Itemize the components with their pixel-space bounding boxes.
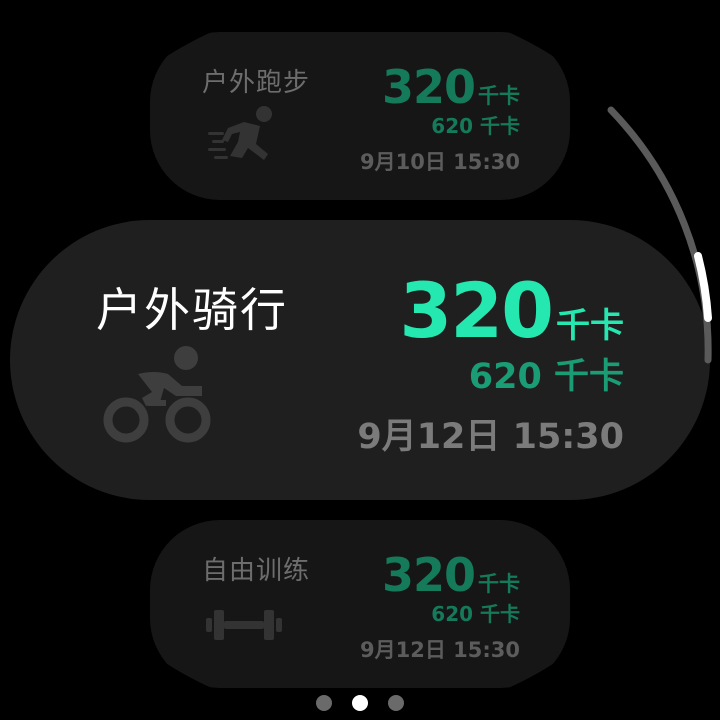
watch-screen: 户外跑步 320 千卡 620 千卡 9月10日 15:30 户外骑行 320 千卡…	[0, 0, 720, 720]
workout-date: 9月12日 15:30	[360, 638, 520, 662]
running-icon	[208, 106, 272, 160]
workout-secondary-calories: 620 千卡	[431, 114, 520, 138]
workout-calories: 320 千卡	[382, 548, 520, 602]
workout-date: 9月12日 15:30	[357, 417, 624, 457]
workout-date: 9月10日 15:30	[360, 150, 520, 174]
workout-card-training[interactable]: 自由训练 320 千卡 620 千卡 9月12日 15:30	[150, 520, 570, 688]
workout-card-running[interactable]: 户外跑步 320 千卡 620 千卡 9月10日 15:30	[150, 32, 570, 200]
workout-title: 自由训练	[202, 556, 311, 586]
dumbbell-icon	[206, 610, 282, 640]
calories-value: 320	[381, 60, 476, 114]
calories-unit: 千卡	[478, 84, 520, 108]
workout-secondary-calories: 620 千卡	[468, 357, 624, 397]
workout-calories: 320 千卡	[399, 266, 624, 355]
workout-secondary-calories: 620 千卡	[431, 602, 520, 626]
cycling-icon	[103, 346, 211, 443]
calories-value: 320	[381, 548, 476, 602]
page-dot-1[interactable]	[316, 695, 332, 711]
calories-value: 320	[399, 266, 554, 355]
workout-title: 户外跑步	[202, 68, 311, 98]
calories-unit: 千卡	[556, 306, 624, 346]
workout-title: 户外骑行	[96, 283, 288, 337]
calories-unit: 千卡	[478, 572, 520, 596]
workout-calories: 320 千卡	[382, 60, 520, 114]
page-dot-2-active[interactable]	[352, 695, 368, 711]
page-indicator	[0, 694, 720, 712]
page-dot-3[interactable]	[388, 695, 404, 711]
workout-card-cycling[interactable]: 户外骑行 320 千卡 620 千卡 9月12日 15:30	[10, 220, 710, 500]
